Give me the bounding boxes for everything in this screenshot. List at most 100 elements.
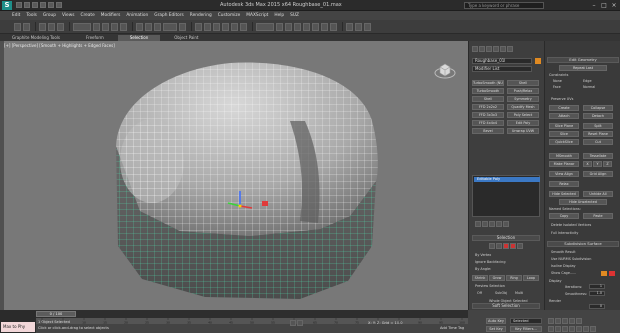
menu-item[interactable]: MAXScript: [246, 13, 268, 18]
iterations-spinner[interactable]: 1: [589, 284, 605, 289]
delete-isolated-checkbox[interactable]: Delete Isolated Vertices: [551, 223, 591, 227]
tab-selection[interactable]: Selection: [117, 34, 161, 41]
go-to-end-icon[interactable]: [576, 318, 582, 324]
tab-object-paint[interactable]: Object Paint: [162, 35, 210, 41]
graphite-toggle-icon[interactable]: [303, 22, 310, 31]
move-icon[interactable]: [136, 22, 143, 31]
constraint-normal-radio[interactable]: Normal: [583, 85, 595, 89]
absolute-mode-icon[interactable]: [297, 320, 303, 326]
render-iterations-spinner[interactable]: 0: [589, 304, 605, 309]
play-icon[interactable]: [562, 318, 568, 324]
app-logo-icon[interactable]: S: [2, 1, 12, 10]
relax-button[interactable]: Relax: [549, 181, 579, 187]
field-of-view-icon[interactable]: [569, 326, 575, 332]
modifier-button[interactable]: Shell: [507, 80, 539, 86]
edge-level-icon[interactable]: [496, 243, 502, 249]
edit-geometry-rollout-header[interactable]: Edit Geometry: [547, 57, 619, 63]
viewcube-icon[interactable]: [434, 59, 456, 81]
project-folder-icon[interactable]: [56, 2, 62, 8]
schematic-view-icon[interactable]: [321, 22, 328, 31]
modifier-button[interactable]: Push/Relax: [507, 88, 539, 94]
by-vertex-checkbox[interactable]: By Vertex: [475, 253, 491, 257]
smoothness-spinner[interactable]: 1.0: [589, 291, 605, 296]
redo-icon[interactable]: [23, 22, 30, 31]
element-level-icon[interactable]: [517, 243, 523, 249]
constraint-face-radio[interactable]: Face: [553, 85, 561, 89]
tessellate-button[interactable]: Tessellate: [583, 153, 613, 159]
previous-frame-icon[interactable]: [555, 318, 561, 324]
cut-button[interactable]: Cut: [583, 139, 613, 145]
modifier-button[interactable]: Edit Poly: [507, 120, 539, 126]
keyboard-shortcut-icon[interactable]: [204, 22, 211, 31]
menu-item[interactable]: Tools: [26, 13, 37, 18]
pin-stack-icon[interactable]: [475, 221, 481, 227]
detach-button[interactable]: Detach: [583, 113, 613, 119]
collapse-button[interactable]: Collapse: [583, 105, 613, 111]
modifier-button[interactable]: FFD 2x2x2: [472, 104, 504, 110]
menu-item[interactable]: SUZ: [290, 13, 299, 18]
key-filters-button[interactable]: Key Filters...: [510, 326, 542, 332]
create-tab-icon[interactable]: [472, 46, 478, 52]
planar-z-button[interactable]: Z: [603, 161, 612, 167]
polygon-level-icon[interactable]: [510, 243, 516, 249]
angle-snap-icon[interactable]: [222, 22, 229, 31]
quickslice-button[interactable]: QuickSlice: [549, 139, 579, 145]
menu-item[interactable]: Modifiers: [101, 13, 121, 18]
menu-item[interactable]: Rendering: [190, 13, 212, 18]
show-end-result-icon[interactable]: [482, 221, 488, 227]
motion-tab-icon[interactable]: [493, 46, 499, 52]
undo-icon[interactable]: [40, 2, 46, 8]
zoom-all-icon[interactable]: [555, 326, 561, 332]
tab-freeform[interactable]: Freeform: [74, 35, 116, 41]
select-manipulate-icon[interactable]: [195, 22, 202, 31]
select-by-name-icon[interactable]: [102, 22, 109, 31]
make-unique-icon[interactable]: [489, 221, 495, 227]
selection-filter-dropdown[interactable]: [73, 22, 91, 31]
link-icon[interactable]: [39, 22, 46, 31]
menu-item[interactable]: Help: [274, 13, 284, 18]
cage-selected-color-swatch[interactable]: [609, 271, 615, 276]
modifier-button[interactable]: TurboSmooth: [472, 88, 504, 94]
new-file-icon[interactable]: [16, 2, 22, 8]
redo-icon[interactable]: [48, 2, 54, 8]
menu-item[interactable]: Create: [80, 13, 94, 18]
border-level-icon[interactable]: [503, 243, 509, 249]
selection-region-icon[interactable]: [111, 22, 118, 31]
orbit-icon[interactable]: [583, 326, 589, 332]
modify-tab-icon[interactable]: [479, 46, 485, 52]
modifier-button[interactable]: Poly Select: [507, 112, 539, 118]
scale-icon[interactable]: [154, 22, 161, 31]
modifier-button[interactable]: FFD 3x3x3: [472, 112, 504, 118]
show-cage-checkbox[interactable]: Show Cage......: [551, 271, 576, 275]
search-input[interactable]: Type a keyword or phrase: [464, 2, 544, 9]
shrink-button[interactable]: Shrink: [472, 275, 488, 281]
next-frame-icon[interactable]: [569, 318, 575, 324]
preview-multi-radio[interactable]: Multi: [515, 291, 523, 295]
menu-item[interactable]: Views: [62, 13, 74, 18]
tab-graphite-modeling-tools[interactable]: Graphite Modeling Tools: [0, 35, 72, 41]
grid-align-button[interactable]: Grid Align: [583, 171, 613, 177]
vertex-level-icon[interactable]: [489, 243, 495, 249]
time-slider-thumb[interactable]: 0 / 100: [36, 311, 76, 317]
reference-coordinate-dropdown[interactable]: [163, 22, 177, 31]
preserve-uvs-checkbox[interactable]: Preserve UVs: [551, 97, 573, 101]
viewport-label[interactable]: [+] [Perspective] [Smooth + Highlights +…: [4, 43, 115, 48]
preview-off-radio[interactable]: Off: [477, 291, 482, 295]
pan-view-icon[interactable]: [576, 326, 582, 332]
window-crossing-icon[interactable]: [120, 22, 127, 31]
modifier-stack[interactable]: Editable Poly: [472, 175, 540, 217]
modifier-button[interactable]: Symmetry: [507, 96, 539, 102]
paste-button[interactable]: Paste: [583, 213, 613, 219]
menu-item[interactable]: Edit: [12, 13, 20, 18]
view-align-button[interactable]: View Align: [549, 171, 579, 177]
make-planar-button[interactable]: Make Planar: [549, 161, 579, 167]
preview-subobj-radio[interactable]: SubObj: [495, 291, 507, 295]
planar-y-button[interactable]: Y: [593, 161, 602, 167]
maxscript-input[interactable]: Max to Phy: [1, 322, 35, 332]
zoom-icon[interactable]: [548, 326, 554, 332]
bind-space-warp-icon[interactable]: [57, 22, 64, 31]
time-slider[interactable]: 0 / 100: [36, 310, 468, 318]
utilities-tab-icon[interactable]: [507, 46, 513, 52]
menu-item[interactable]: Animation: [126, 13, 148, 18]
soft-selection-rollout-header[interactable]: Soft Selection: [472, 303, 540, 309]
